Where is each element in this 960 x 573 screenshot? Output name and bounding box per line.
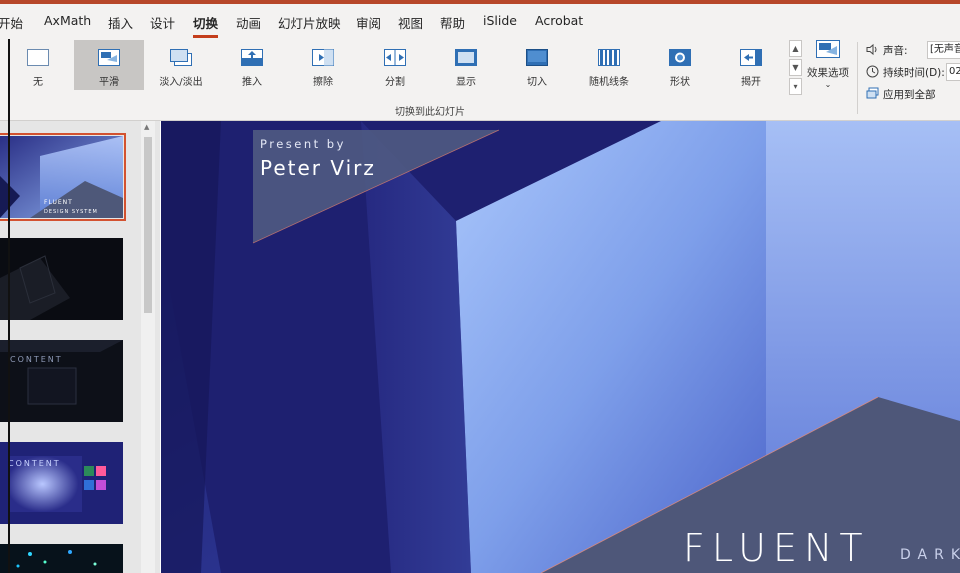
transition-shape-button[interactable]: 形状 bbox=[649, 40, 711, 90]
transition-reveal-button[interactable]: 显示 bbox=[435, 40, 497, 90]
slide-thumbnail-2[interactable] bbox=[0, 238, 123, 320]
transition-reveal-icon bbox=[455, 49, 477, 66]
effect-options-button[interactable]: 效果选项 ⌄ bbox=[805, 40, 851, 89]
tab-view[interactable]: 视图 bbox=[398, 13, 423, 32]
slide-thumbnail-1-art: FLUENT DESIGN SYSTEM bbox=[0, 136, 123, 218]
apply-all-button[interactable]: 应用到全部 bbox=[866, 84, 960, 106]
thumb4-text: CONTENT bbox=[8, 459, 61, 468]
sound-label: 声音: bbox=[883, 45, 908, 57]
effect-options-label: 效果选项 bbox=[807, 67, 849, 79]
transition-push-button[interactable]: 推入 bbox=[221, 40, 283, 90]
present-by-text: Present by bbox=[260, 137, 346, 151]
sound-select[interactable]: [无声音] bbox=[927, 41, 960, 59]
tab-animations[interactable]: 动画 bbox=[236, 13, 261, 32]
scroll-up-icon[interactable]: ▲ bbox=[144, 123, 149, 131]
timing-group: 声音: [无声音] 持续时间(D): 02.00 应用到全部 bbox=[866, 40, 960, 106]
tab-acrobat[interactable]: Acrobat bbox=[535, 13, 583, 28]
slide-thumbnail-2-art bbox=[0, 238, 123, 320]
ribbon-tab-bar: 开始 AxMath 插入 设计 切换 动画 幻灯片放映 审阅 视图 帮助 iSl… bbox=[0, 4, 960, 38]
tab-islide[interactable]: iSlide bbox=[483, 13, 517, 28]
duration-input[interactable]: 02.00 bbox=[946, 63, 960, 81]
tab-home[interactable]: 开始 bbox=[0, 13, 23, 32]
transition-wipe-button[interactable]: 擦除 bbox=[292, 40, 354, 90]
thumb1-line2: DESIGN SYSTEM bbox=[44, 209, 98, 215]
gallery-up-icon[interactable]: ▲ bbox=[789, 40, 802, 57]
duration-row: 持续时间(D): 02.00 bbox=[866, 62, 960, 84]
tab-slideshow[interactable]: 幻灯片放映 bbox=[278, 13, 341, 32]
tab-transitions[interactable]: 切换 bbox=[193, 13, 219, 38]
slide-thumbnail-panel: FLUENT DESIGN SYSTEM CONTENT CONTENT bbox=[0, 121, 160, 573]
transition-none-label: 无 bbox=[33, 77, 43, 88]
chevron-down-icon: ⌄ bbox=[824, 80, 832, 89]
tab-axmath[interactable]: AxMath bbox=[44, 13, 91, 28]
tab-insert[interactable]: 插入 bbox=[108, 13, 133, 32]
transition-split-icon bbox=[384, 49, 406, 66]
transition-none-icon bbox=[27, 49, 49, 66]
transition-uncover-button[interactable]: 揭开 bbox=[720, 40, 782, 90]
transition-random-bars-button[interactable]: 随机线条 bbox=[578, 40, 640, 90]
tab-design[interactable]: 设计 bbox=[150, 13, 175, 32]
thumb3-text: CONTENT bbox=[10, 355, 63, 364]
transition-cut-label: 切入 bbox=[527, 77, 547, 88]
transition-uncover-label: 揭开 bbox=[741, 77, 761, 88]
slide-canvas[interactable] bbox=[161, 121, 960, 573]
group-divider bbox=[857, 42, 858, 114]
transition-cut-icon bbox=[526, 49, 548, 66]
transition-split-button[interactable]: 分割 bbox=[364, 40, 426, 90]
tab-review[interactable]: 审阅 bbox=[356, 13, 381, 32]
thumb1-line1: FLUENT bbox=[44, 199, 73, 206]
presenter-name: Peter Virz bbox=[260, 156, 376, 180]
transition-fade-icon bbox=[170, 49, 192, 66]
thumbnail-scrollbar[interactable]: ▲ bbox=[141, 121, 155, 573]
transition-fade-label: 淡入/淡出 bbox=[159, 77, 203, 88]
transition-none-button[interactable]: 无 bbox=[7, 40, 69, 90]
transition-random-bars-icon bbox=[598, 49, 620, 66]
slide-title: FLUENT bbox=[683, 526, 870, 570]
transition-push-label: 推入 bbox=[242, 77, 262, 88]
sound-row: 声音: [无声音] bbox=[866, 40, 960, 62]
apply-all-label: 应用到全部 bbox=[883, 89, 936, 101]
clock-icon bbox=[866, 65, 879, 78]
slide-background-art bbox=[161, 121, 960, 573]
transition-random-bars-label: 随机线条 bbox=[589, 77, 629, 88]
transition-reveal-label: 显示 bbox=[456, 77, 476, 88]
transition-uncover-icon bbox=[740, 49, 762, 66]
transition-push-icon bbox=[241, 49, 263, 66]
slide-thumbnail-5-art bbox=[0, 544, 123, 573]
slide-thumbnail-4-art: CONTENT bbox=[0, 442, 123, 524]
slide-thumbnail-1[interactable]: FLUENT DESIGN SYSTEM bbox=[0, 133, 126, 221]
slide-thumbnail-5[interactable] bbox=[0, 544, 123, 573]
transition-split-label: 分割 bbox=[385, 77, 405, 88]
transition-cut-button[interactable]: 切入 bbox=[506, 40, 568, 90]
transition-morph-label: 平滑 bbox=[99, 77, 119, 88]
transition-gallery-scroll: ▲ ▼ ▾ bbox=[789, 40, 802, 95]
gallery-down-icon[interactable]: ▼ bbox=[789, 59, 802, 76]
transition-morph-icon bbox=[98, 49, 120, 66]
apply-all-icon bbox=[866, 87, 879, 99]
transition-morph-button[interactable]: 平滑 bbox=[74, 40, 144, 90]
transition-wipe-label: 擦除 bbox=[313, 77, 333, 88]
slide-title-suffix: DARK bbox=[900, 547, 960, 563]
transition-group-caption: 切换到此幻灯片 bbox=[395, 107, 465, 118]
window-edge-artifact bbox=[8, 39, 10, 573]
effect-options-icon bbox=[816, 40, 840, 58]
slide-thumbnail-4[interactable]: CONTENT bbox=[0, 442, 123, 524]
duration-label: 持续时间(D): bbox=[883, 67, 945, 79]
speaker-icon bbox=[866, 43, 877, 56]
transition-shape-label: 形状 bbox=[670, 77, 690, 88]
slide-thumbnail-3-art: CONTENT bbox=[0, 340, 123, 422]
transition-shape-icon bbox=[669, 49, 691, 66]
transition-fade-button[interactable]: 淡入/淡出 bbox=[150, 40, 212, 90]
slide-thumbnail-3[interactable]: CONTENT bbox=[0, 340, 123, 422]
gallery-more-icon[interactable]: ▾ bbox=[789, 78, 802, 95]
transition-wipe-icon bbox=[312, 49, 334, 66]
tab-help[interactable]: 帮助 bbox=[440, 13, 465, 32]
scrollbar-thumb[interactable] bbox=[144, 137, 152, 313]
transitions-ribbon: 无 平滑 淡入/淡出 推入 擦除 分割 显示 切入 随机线条 形状 揭开 ▲ ▼… bbox=[0, 38, 960, 121]
